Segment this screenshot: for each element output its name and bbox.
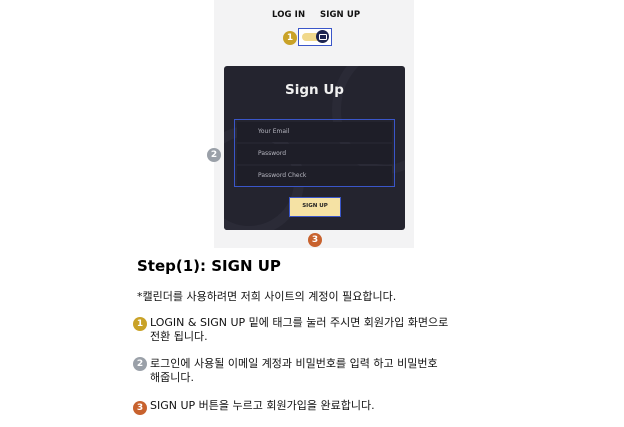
panel-title: Sign Up <box>285 82 344 98</box>
tab-login[interactable]: LOG IN <box>272 10 305 20</box>
email-placeholder: Your Email <box>258 128 290 135</box>
instruction-item-1: LOGIN & SIGN UP 밑에 태그를 눌러 주시면 회원가입 화면으로 … <box>150 316 500 344</box>
email-field[interactable]: Your Email <box>237 122 392 142</box>
requirement-note: *캘린더를 사용하려면 저희 사이트의 계정이 필요합니다. <box>137 290 397 303</box>
item-badge-3: 3 <box>133 401 147 415</box>
instruction-line: SIGN UP 버튼을 누르고 회원가입을 완료합니다. <box>150 399 375 412</box>
instruction-line: 전환 됩니다. <box>150 330 208 343</box>
password-check-placeholder: Password Check <box>258 172 307 179</box>
mode-toggle[interactable] <box>298 28 332 46</box>
password-placeholder: Password <box>258 150 287 157</box>
step-badge-3: 3 <box>308 233 322 247</box>
instruction-line: LOGIN & SIGN UP 밑에 태그를 눌러 주시면 회원가입 화면으로 <box>150 316 449 329</box>
step-badge-2: 2 <box>207 148 221 162</box>
instruction-line: 해줍니다. <box>150 371 194 384</box>
signup-button[interactable]: SIGN UP <box>289 197 341 217</box>
step-badge-1: 1 <box>283 31 297 45</box>
auth-tabs: LOG IN SIGN UP <box>214 10 414 24</box>
password-check-field[interactable]: Password Check <box>237 166 392 186</box>
toggle-knob-icon <box>316 30 329 43</box>
signup-panel: Sign Up Your Email Password Password Che… <box>224 66 405 230</box>
signup-fields-group: Your Email Password Password Check <box>234 119 395 187</box>
instruction-line: 로그인에 사용될 이메일 계정과 비밀번호를 입력 하고 비밀번호 <box>150 357 438 370</box>
tab-signup[interactable]: SIGN UP <box>320 10 360 20</box>
item-badge-2: 2 <box>133 357 147 371</box>
instruction-item-2: 로그인에 사용될 이메일 계정과 비밀번호를 입력 하고 비밀번호 해줍니다. <box>150 357 500 385</box>
page-title: Step(1): SIGN UP <box>137 257 281 275</box>
instruction-item-3: SIGN UP 버튼을 누르고 회원가입을 완료합니다. <box>150 399 500 413</box>
password-field[interactable]: Password <box>237 144 392 164</box>
item-badge-1: 1 <box>133 317 147 331</box>
